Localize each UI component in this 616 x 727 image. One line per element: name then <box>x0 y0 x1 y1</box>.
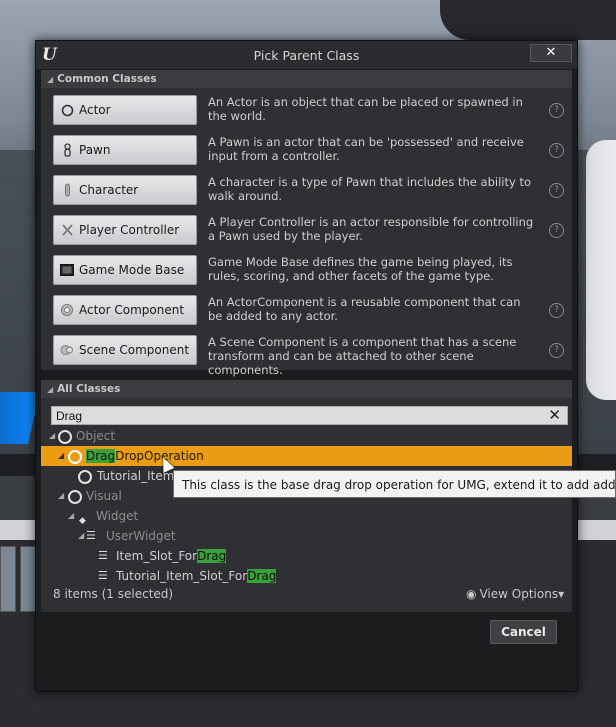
tree-label-widget: Widget <box>96 509 139 523</box>
class-circle-icon <box>68 450 82 464</box>
dialog-title: Pick Parent Class <box>253 48 360 63</box>
help-icon[interactable]: ? <box>549 183 564 198</box>
class-circle-icon <box>58 430 72 444</box>
game-mode-base-description: Game Mode Base defines the game being pl… <box>208 255 513 283</box>
game-mode-icon <box>60 263 74 277</box>
actor-button-label: Actor <box>79 103 111 117</box>
view-options-label: View Options <box>479 587 559 601</box>
tree-label-item-slot: Item_Slot_For <box>116 549 198 563</box>
class-row-character: Character A character is a type of Pawn … <box>53 173 565 207</box>
player-controller-button[interactable]: Player Controller <box>53 215 197 245</box>
player-controller-icon <box>60 223 74 237</box>
actor-description: An Actor is an object that can be placed… <box>208 95 523 123</box>
expand-triangle-icon[interactable]: ◢ <box>49 426 55 446</box>
all-classes-header[interactable]: ◢ All Classes <box>41 380 572 398</box>
class-row-player-controller: Player Controller A Player Controller is… <box>53 213 565 247</box>
viewport-robot <box>586 140 616 400</box>
class-row-actor: Actor An Actor is an object that can be … <box>53 93 565 127</box>
scene-component-description: A Scene Component is a component that ha… <box>208 335 517 377</box>
pawn-description: A Pawn is an actor that can be 'possesse… <box>208 135 524 163</box>
view-options-button[interactable]: ◉ View Options▾ <box>466 587 564 601</box>
class-tooltip: This class is the base drag drop operati… <box>173 470 616 498</box>
help-icon[interactable]: ? <box>549 103 564 118</box>
chevron-down-icon: ▾ <box>558 587 565 601</box>
search-match-highlight: Drag <box>247 569 277 583</box>
actor-component-button[interactable]: Actor Component <box>53 295 197 325</box>
cancel-button[interactable]: Cancel <box>490 620 557 644</box>
help-icon[interactable]: ? <box>549 143 564 158</box>
tree-row-object[interactable]: ◢ Object <box>41 426 572 446</box>
close-button[interactable]: ✕ <box>530 44 572 62</box>
pawn-icon <box>60 143 74 157</box>
game-mode-base-button-label: Game Mode Base <box>79 263 185 277</box>
help-icon[interactable]: ? <box>549 303 564 318</box>
userwidget-icon: ☰ <box>86 529 96 542</box>
userwidget-icon: ☰ <box>98 569 108 582</box>
tree-label-tutorial-item-slot: Tutorial_Item_Slot_For <box>116 569 248 583</box>
character-button-label: Character <box>79 183 139 197</box>
all-classes-header-label: All Classes <box>57 383 121 395</box>
expand-triangle-icon[interactable]: ◢ <box>78 526 84 546</box>
class-row-scene-component: Scene Component A Scene Component is a c… <box>53 333 565 377</box>
pawn-button[interactable]: Pawn <box>53 135 197 165</box>
class-circle-icon <box>68 490 82 504</box>
eye-icon: ◉ <box>466 587 477 601</box>
player-controller-description: A Player Controller is an actor responsi… <box>208 215 534 243</box>
tree-row-widget[interactable]: ◢ ◆ Widget <box>41 506 572 526</box>
pawn-button-label: Pawn <box>79 143 111 157</box>
tree-row-userwidget[interactable]: ◢ ☰ UserWidget <box>41 526 572 546</box>
item-count-label: 8 items (1 selected) <box>53 587 174 601</box>
class-circle-icon <box>78 470 92 484</box>
scene-component-button[interactable]: Scene Component <box>53 335 197 365</box>
class-row-actor-component: Actor Component An ActorComponent is a r… <box>53 293 565 327</box>
userwidget-icon: ☰ <box>98 549 108 562</box>
actor-component-icon <box>60 303 74 317</box>
game-mode-base-button[interactable]: Game Mode Base <box>53 255 197 285</box>
expand-triangle-icon[interactable]: ◢ <box>68 506 74 526</box>
viewport-shape <box>440 0 616 40</box>
asset-thumbnail[interactable] <box>20 546 36 612</box>
tree-row-tutorial-item-slot[interactable]: ☰ Tutorial_Item_Slot_ForDrag <box>41 566 572 586</box>
tree-label-visual: Visual <box>86 489 122 503</box>
common-classes-header[interactable]: ◢ Common Classes <box>41 70 572 88</box>
class-search-input[interactable] <box>52 407 536 424</box>
character-icon <box>60 183 74 197</box>
collapse-triangle-icon: ◢ <box>47 385 54 394</box>
clear-search-icon[interactable]: ✕ <box>548 406 561 424</box>
common-classes-panel: ◢ Common Classes Actor An Actor is an obj… <box>41 70 572 377</box>
search-match-highlight: Drag <box>197 549 227 563</box>
class-row-game-mode-base: Game Mode Base Game Mode Base defines th… <box>53 253 565 287</box>
asset-thumbnail[interactable] <box>0 546 16 612</box>
tree-row-item-slot[interactable]: ☰ Item_Slot_ForDrag <box>41 546 572 566</box>
scene-component-button-label: Scene Component <box>79 343 190 357</box>
actor-button[interactable]: Actor <box>53 95 197 125</box>
tree-label-object: Object <box>76 429 116 443</box>
class-row-pawn: Pawn A Pawn is an actor that can be 'pos… <box>53 133 565 167</box>
expand-triangle-icon[interactable]: ◢ <box>58 446 64 466</box>
help-icon[interactable]: ? <box>549 343 564 358</box>
actor-component-button-label: Actor Component <box>79 303 185 317</box>
class-search-box[interactable]: ✕ <box>51 406 568 425</box>
expand-triangle-icon[interactable]: ◢ <box>58 486 64 506</box>
scene-component-icon <box>60 343 74 357</box>
help-icon[interactable]: ? <box>549 223 564 238</box>
dialog-titlebar: U Pick Parent Class ✕ <box>36 41 577 69</box>
tree-label-userwidget: UserWidget <box>106 529 176 543</box>
character-button[interactable]: Character <box>53 175 197 205</box>
tree-row-dragdropoperation[interactable]: ◢ DragDropOperation <box>41 446 572 466</box>
search-match-highlight: Drag <box>86 449 116 463</box>
character-description: A character is a type of Pawn that inclu… <box>208 175 531 203</box>
collapse-triangle-icon: ◢ <box>47 75 54 84</box>
player-controller-button-label: Player Controller <box>79 223 180 237</box>
common-classes-header-label: Common Classes <box>57 73 157 85</box>
actor-icon <box>60 103 74 117</box>
pick-parent-class-dialog: U Pick Parent Class ✕ ◢ Common Classes Ac… <box>35 40 578 692</box>
actor-component-description: An ActorComponent is a reusable componen… <box>208 295 521 323</box>
